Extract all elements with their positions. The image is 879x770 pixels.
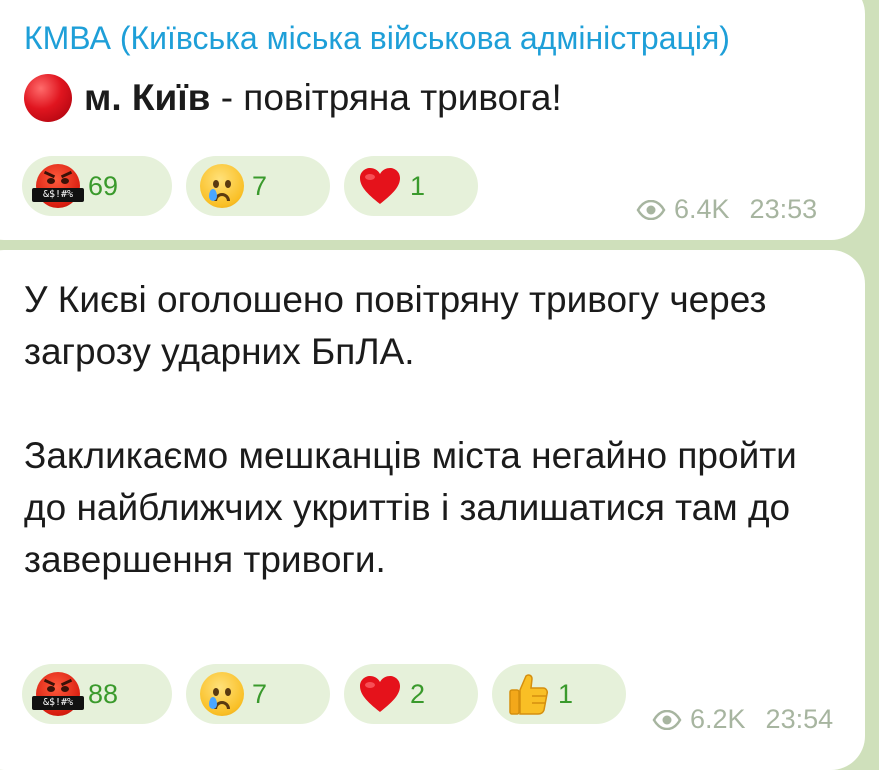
message-1-meta: 6.4K 23:53	[636, 194, 817, 225]
reaction-count: 88	[88, 678, 119, 709]
reaction-count: 1	[558, 678, 574, 709]
message-1-text: м. Київ - повітряна тривога!	[24, 74, 562, 122]
reaction-count: 1	[410, 170, 426, 201]
views-eye-icon	[652, 709, 682, 730]
channel-title[interactable]: КМВА (Київська міська військова адмініст…	[24, 20, 864, 57]
reaction-count: 7	[252, 678, 268, 709]
view-count: 6.4K	[674, 194, 730, 224]
reaction-crying-1[interactable]: 7	[186, 156, 330, 216]
city-name: м. Київ	[84, 77, 211, 118]
message-time: 23:54	[765, 704, 834, 734]
face-with-symbols-icon: &$!#%	[32, 672, 84, 716]
message-2-text: У Києві оголошено повітряну тривогу чере…	[24, 274, 844, 586]
red-heart-icon	[360, 168, 400, 204]
reactions-row-2: &$!#% 88 7 2 1	[22, 664, 640, 724]
reaction-count: 7	[252, 170, 268, 201]
message-2-meta: 6.2K 23:54	[652, 704, 833, 735]
reaction-crying-2[interactable]: 7	[186, 664, 330, 724]
message-paragraph-1: У Києві оголошено повітряну тривогу чере…	[24, 279, 767, 372]
reaction-count: 69	[88, 170, 119, 201]
reaction-angry-1[interactable]: &$!#% 69	[22, 156, 172, 216]
view-count: 6.2K	[690, 704, 746, 734]
reaction-heart-2[interactable]: 2	[344, 664, 478, 724]
face-with-symbols-icon: &$!#%	[32, 164, 84, 208]
message-paragraph-2: Закликаємо мешканців міста негайно пройт…	[24, 435, 797, 580]
red-heart-icon	[360, 676, 400, 712]
reaction-angry-2[interactable]: &$!#% 88	[22, 664, 172, 724]
reactions-row-1: &$!#% 69 7 1	[22, 156, 492, 216]
thumbs-up-icon	[509, 674, 548, 715]
message-time: 23:53	[749, 194, 818, 224]
views-eye-icon	[636, 199, 666, 220]
crying-face-icon	[200, 672, 244, 716]
crying-face-icon	[200, 164, 244, 208]
reaction-count: 2	[410, 678, 426, 709]
reaction-heart-1[interactable]: 1	[344, 156, 478, 216]
reaction-thumbs-up-2[interactable]: 1	[492, 664, 626, 724]
alert-text: - повітряна тривога!	[210, 77, 562, 118]
red-circle-icon	[24, 74, 72, 122]
